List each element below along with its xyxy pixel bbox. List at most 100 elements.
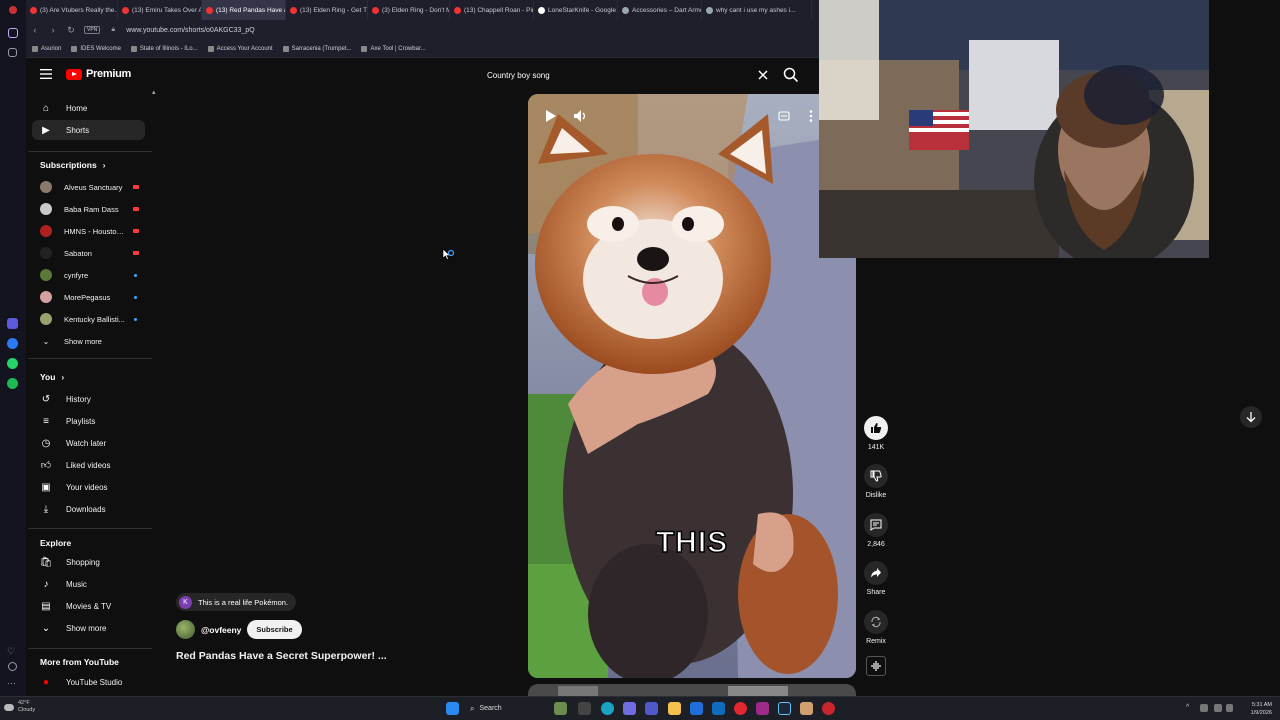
bookmark-item[interactable]: Axe Tool | Crowbar...	[361, 45, 426, 52]
sidebar-item-history[interactable]: ↺ History	[32, 389, 145, 409]
share-button[interactable]: Share	[862, 561, 890, 596]
close-icon[interactable]	[756, 68, 770, 82]
sidebar-item-playlists[interactable]: ≡ Playlists	[32, 411, 145, 431]
captions-icon[interactable]	[778, 110, 790, 122]
outlook-icon[interactable]	[712, 702, 725, 715]
bookmark-icon[interactable]	[8, 48, 17, 57]
steam-icon[interactable]	[778, 702, 791, 715]
file-explorer-icon[interactable]	[668, 702, 681, 715]
lock-icon[interactable]: 🔒︎	[108, 25, 118, 35]
tray-app-icon[interactable]	[1214, 704, 1222, 712]
browser-tab[interactable]: (13) Red Pandas Have a S...	[202, 0, 286, 20]
channel-handle[interactable]: @ovfeeny	[201, 625, 241, 635]
messenger-icon[interactable]	[7, 338, 18, 349]
forward-icon[interactable]: ›	[48, 25, 58, 35]
opera-icon[interactable]	[734, 702, 747, 715]
sidebar-item-movies-tv[interactable]: ▤ Movies & TV	[32, 596, 145, 616]
windows-start-icon[interactable]	[446, 702, 459, 715]
subscription-item[interactable]: MorePegasus	[32, 287, 145, 307]
sidebar-scroll-up-icon[interactable]: ▴	[152, 88, 156, 96]
remix-button[interactable]: Remix	[862, 610, 890, 645]
youtube-premium-logo[interactable]: Premium	[66, 68, 131, 80]
dislike-button[interactable]: Dislike	[862, 464, 890, 499]
next-short-button[interactable]	[1240, 406, 1262, 428]
dislike-icon	[864, 464, 888, 488]
next-short-preview[interactable]	[528, 684, 856, 696]
subscriptions-heading[interactable]: Subscriptions ›	[40, 160, 105, 170]
bookmark-item[interactable]: IDES Welcome	[71, 45, 121, 52]
sidebar-app-icon[interactable]	[7, 318, 18, 329]
network-icon[interactable]	[1200, 704, 1208, 712]
hamburger-menu-icon[interactable]	[40, 69, 52, 79]
browser-tab[interactable]: (13) Elden Ring - Get These...	[286, 0, 368, 20]
bookmark-item[interactable]: Access Your Account	[207, 45, 273, 52]
subscribe-button[interactable]: Subscribe	[247, 620, 302, 639]
browser-app-icon[interactable]	[822, 702, 835, 715]
bookmark-item[interactable]: Sarracenia (Trumpet...	[282, 45, 351, 52]
sidebar-item-shopping[interactable]: 🛍︎ Shopping	[32, 552, 145, 572]
home-icon[interactable]	[8, 28, 18, 38]
volume-icon[interactable]	[572, 108, 588, 124]
teams-icon[interactable]	[645, 702, 658, 715]
shorts-video-player[interactable]: THIS	[528, 94, 856, 678]
browser-tab[interactable]: (3) Are Vtubers Really the...	[26, 0, 118, 20]
like-button[interactable]: 141K	[862, 416, 890, 451]
mail-icon[interactable]	[690, 702, 703, 715]
browser-tab[interactable]: (13) Emiru Takes Over Asm...	[118, 0, 202, 20]
subscription-item[interactable]: cynfyre	[32, 265, 145, 285]
clock-icon[interactable]	[8, 662, 17, 671]
taskbar-app-icon[interactable]	[554, 702, 567, 715]
opera-gx-icon[interactable]	[756, 702, 769, 715]
vpn-badge[interactable]: VPN	[84, 26, 101, 34]
browser-tab[interactable]: LoneStarKnife - Google Se...	[534, 0, 618, 20]
bookmark-item[interactable]: Asurion	[32, 45, 61, 52]
browser-tab[interactable]: Accessories – Dart Armou...	[618, 0, 702, 20]
more-options-icon[interactable]	[806, 109, 816, 123]
browser-tab[interactable]: (13) Chappell Roan - Pink...	[450, 0, 534, 20]
subscription-item[interactable]: Baba Ram Dass	[32, 199, 145, 219]
subscription-item[interactable]: HMNS - Houston...	[32, 221, 145, 241]
browser-tab[interactable]: why cant i use my ashes i...	[702, 0, 812, 20]
play-icon[interactable]	[542, 108, 558, 124]
back-icon[interactable]: ‹	[30, 25, 40, 35]
search-icon[interactable]	[782, 66, 800, 84]
sidebar-item-home[interactable]: ⌂ Home	[32, 98, 145, 118]
browser-tab[interactable]: (3) Elden Ring - Don't Mi...	[368, 0, 450, 20]
sidebar-item-show-more[interactable]: ⌄ Show more	[32, 618, 145, 638]
taskbar-search[interactable]: ⌕ Search	[464, 701, 544, 716]
wifi-icon[interactable]	[1226, 704, 1233, 712]
tray-chevron-icon[interactable]: ^	[1186, 704, 1194, 712]
copilot-icon[interactable]	[623, 702, 636, 715]
bookmark-item[interactable]: State of Illinois - ILo...	[130, 45, 198, 52]
taskbar-clock[interactable]: 5:31 AM 1/9/2026	[1236, 701, 1272, 717]
sidebar-item-shorts[interactable]: ▶ Shorts	[32, 120, 145, 140]
spotify-icon[interactable]	[7, 378, 18, 389]
search-input[interactable]: Country boy song	[480, 64, 776, 86]
weather-widget[interactable]: 42°F Cloudy	[4, 700, 35, 714]
obs-icon[interactable]	[800, 702, 813, 715]
sidebar-item-music[interactable]: ♪ Music	[32, 574, 145, 594]
sidebar-item-youtube-studio[interactable]: ● YouTube Studio	[32, 672, 145, 692]
sidebar-item-downloads[interactable]: ⤓ Downloads	[32, 499, 145, 519]
task-view-icon[interactable]	[578, 702, 591, 715]
you-heading[interactable]: You ›	[40, 372, 64, 382]
subscription-item[interactable]: Sabaton	[32, 243, 145, 263]
sidebar-item-watch-later[interactable]: ◷ Watch later	[32, 433, 145, 453]
browser-menu-icon[interactable]	[9, 6, 17, 14]
url-field[interactable]: www.youtube.com/shorts/o0AKGC33_pQ	[126, 27, 254, 34]
channel-avatar[interactable]	[176, 620, 195, 639]
sidebar-item-your-videos[interactable]: ▣ Your videos	[32, 477, 145, 497]
short-title[interactable]: Red Pandas Have a Secret Superpower! ...	[176, 650, 387, 662]
comments-button[interactable]: 2,846	[862, 513, 890, 548]
comment-chip[interactable]: K This is a real life Pokémon.	[176, 593, 297, 611]
heart-icon[interactable]: ♡	[7, 646, 18, 657]
subscriptions-show-more[interactable]: ⌄ Show more	[32, 331, 145, 351]
reload-icon[interactable]: ↻	[66, 25, 76, 35]
subscription-item[interactable]: Alveus Sanctuary	[32, 177, 145, 197]
sidebar-item-liked-videos[interactable]: 👍︎ Liked videos	[32, 455, 145, 475]
sound-source-button[interactable]	[866, 656, 886, 676]
more-icon[interactable]: ⋯	[7, 678, 18, 689]
subscription-item[interactable]: Kentucky Ballisti...	[32, 309, 145, 329]
whatsapp-icon[interactable]	[7, 358, 18, 369]
edge-icon[interactable]	[601, 702, 614, 715]
